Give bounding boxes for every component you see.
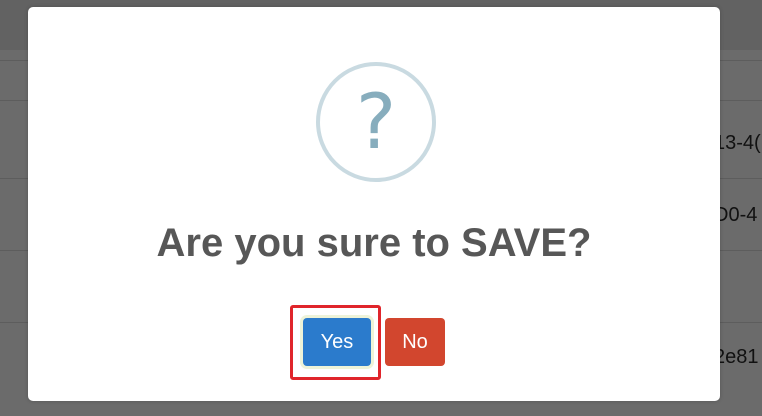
no-button[interactable]: No [385, 318, 445, 366]
background-table-cell: D0-4 [714, 204, 758, 226]
dialog-title: Are you sure to SAVE? [156, 221, 592, 265]
background-table-cell: 2e81 [714, 346, 759, 368]
yes-button[interactable]: Yes [303, 318, 371, 366]
question-mark-icon: ? [316, 62, 436, 182]
background-table-cell: 13-4( [714, 132, 761, 154]
question-mark-glyph: ? [355, 77, 397, 166]
confirm-dialog: ? Are you sure to SAVE? Yes No [28, 7, 720, 401]
